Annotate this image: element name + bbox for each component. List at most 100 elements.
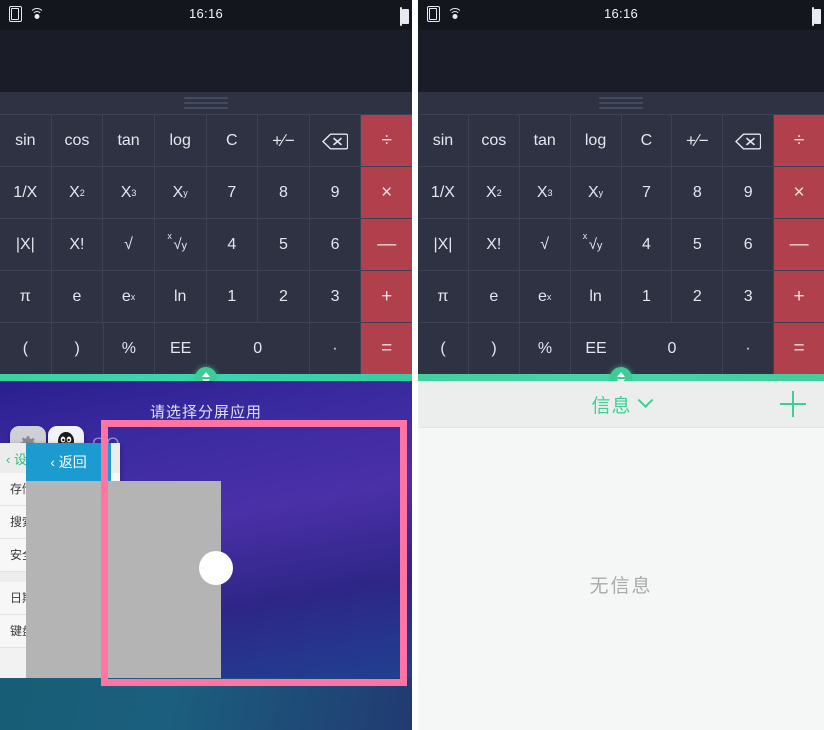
key-[interactable]: ( — [0, 323, 52, 374]
key-1x[interactable]: 1/X — [418, 167, 469, 218]
key-ex[interactable]: ex — [520, 271, 571, 322]
key-[interactable]: = — [361, 323, 412, 374]
key-sin[interactable]: sin — [0, 115, 52, 166]
key-[interactable]: — — [361, 219, 412, 270]
key-1[interactable]: 1 — [207, 271, 259, 322]
key-[interactable]: √ — [103, 219, 155, 270]
key-5[interactable]: 5 — [258, 219, 310, 270]
key-xroot[interactable]: x √y — [571, 219, 622, 270]
keypad-row: |X| X! √ x √y 4 5 6— — [0, 218, 412, 270]
backspace-key[interactable] — [310, 115, 362, 166]
key-[interactable]: π — [418, 271, 469, 322]
key-0[interactable]: 0 — [622, 323, 723, 374]
key-0[interactable]: 0 — [207, 323, 310, 374]
key-[interactable]: · — [310, 323, 362, 374]
key-ee[interactable]: EE — [155, 323, 207, 374]
key-ln[interactable]: ln — [571, 271, 622, 322]
key-5[interactable]: 5 — [672, 219, 724, 270]
key-ee[interactable]: EE — [571, 323, 622, 374]
key-7[interactable]: 7 — [622, 167, 673, 218]
key-x3[interactable]: X3 — [520, 167, 571, 218]
key-9[interactable]: 9 — [723, 167, 775, 218]
key-[interactable]: + — [774, 271, 824, 322]
key-[interactable]: × — [774, 167, 824, 218]
key-[interactable]: ÷ — [361, 115, 412, 166]
key-1[interactable]: 1 — [622, 271, 673, 322]
key-c[interactable]: C — [207, 115, 259, 166]
key-[interactable]: = — [774, 323, 824, 374]
key-tan[interactable]: tan — [103, 115, 155, 166]
key-cos[interactable]: cos — [52, 115, 104, 166]
key-x[interactable]: |X| — [418, 219, 469, 270]
split-screen-app-chooser: 请选择分屏应用 ‹ 设 存储 搜索 安全 日期 键盘 ‹ 返回 — [0, 381, 412, 730]
back-button-blue[interactable]: ‹ 返回 — [26, 443, 111, 481]
key-[interactable]: ) — [52, 323, 104, 374]
key-x2[interactable]: X2 — [469, 167, 520, 218]
keypad-row: π e e x ln 1 2 3 + — [418, 270, 824, 322]
key-[interactable]: × — [361, 167, 412, 218]
key-[interactable]: ) — [469, 323, 520, 374]
key-xy[interactable]: Xy — [571, 167, 622, 218]
key-8[interactable]: 8 — [672, 167, 724, 218]
key-[interactable]: +∕− — [258, 115, 310, 166]
key-2[interactable]: 2 — [258, 271, 310, 322]
key-3[interactable]: 3 — [723, 271, 775, 322]
plus-icon[interactable] — [780, 391, 806, 417]
key-2[interactable]: 2 — [672, 271, 724, 322]
status-bar-right: 16:16 — [418, 0, 824, 30]
calculator-drag-handle[interactable] — [0, 92, 412, 114]
key-[interactable]: ( — [418, 323, 469, 374]
key-8[interactable]: 8 — [258, 167, 310, 218]
messages-app: 信息 无信息 — [418, 381, 824, 730]
key-4[interactable]: 4 — [622, 219, 673, 270]
key-tan[interactable]: tan — [520, 115, 571, 166]
key-e[interactable]: e — [469, 271, 520, 322]
key-[interactable]: π — [0, 271, 52, 322]
key-x[interactable]: X! — [469, 219, 520, 270]
key-log[interactable]: log — [571, 115, 622, 166]
key-e[interactable]: e — [52, 271, 104, 322]
key-3[interactable]: 3 — [310, 271, 362, 322]
back-button-green[interactable]: ‹ 设 — [6, 449, 27, 468]
keypad-row: sin cos tan log C +∕− ÷ — [0, 114, 412, 166]
key-[interactable]: · — [723, 323, 774, 374]
key-1x[interactable]: 1/X — [0, 167, 52, 218]
key-ex[interactable]: ex — [103, 271, 155, 322]
split-screen-divider-left[interactable] — [0, 366, 412, 389]
key-[interactable]: % — [104, 323, 156, 374]
calculator-display — [418, 30, 824, 92]
key-7[interactable]: 7 — [207, 167, 259, 218]
battery-icon — [812, 7, 822, 26]
key-x[interactable]: X! — [52, 219, 104, 270]
key-[interactable]: + — [361, 271, 412, 322]
key-[interactable]: √ — [520, 219, 571, 270]
key-ln[interactable]: ln — [155, 271, 207, 322]
messages-title[interactable]: 信息 — [591, 391, 631, 418]
key-6[interactable]: 6 — [310, 219, 362, 270]
status-bar-left: 16:16 — [0, 0, 412, 30]
key-sin[interactable]: sin — [418, 115, 469, 166]
key-9[interactable]: 9 — [310, 167, 362, 218]
status-bar-clock: 16:16 — [188, 6, 224, 21]
key-[interactable]: +∕− — [672, 115, 724, 166]
key-xroot[interactable]: x √y — [155, 219, 207, 270]
key-4[interactable]: 4 — [207, 219, 259, 270]
left-device-screen: 16:16 sin cos tan log C +∕− ÷ 1/X X 2 X 3 Xy 7 8 9 × |X| X… — [0, 0, 412, 730]
key-xy[interactable]: Xy — [155, 167, 207, 218]
backspace-key[interactable] — [723, 115, 775, 166]
split-screen-divider-right[interactable] — [418, 366, 824, 389]
key-[interactable]: ÷ — [774, 115, 824, 166]
key-[interactable]: — — [774, 219, 824, 270]
key-c[interactable]: C — [622, 115, 673, 166]
key-6[interactable]: 6 — [723, 219, 775, 270]
keypad-row: 1/X X 2 X 3 Xy 7 8 9 × — [418, 166, 824, 218]
chevron-down-icon[interactable] — [637, 391, 653, 408]
key-cos[interactable]: cos — [469, 115, 520, 166]
key-log[interactable]: log — [155, 115, 207, 166]
key-x2[interactable]: X2 — [52, 167, 104, 218]
key-x[interactable]: |X| — [0, 219, 52, 270]
calculator-drag-handle[interactable] — [418, 92, 824, 114]
key-x3[interactable]: X3 — [103, 167, 155, 218]
key-[interactable]: % — [520, 323, 571, 374]
wallpaper-bottom — [0, 678, 412, 730]
